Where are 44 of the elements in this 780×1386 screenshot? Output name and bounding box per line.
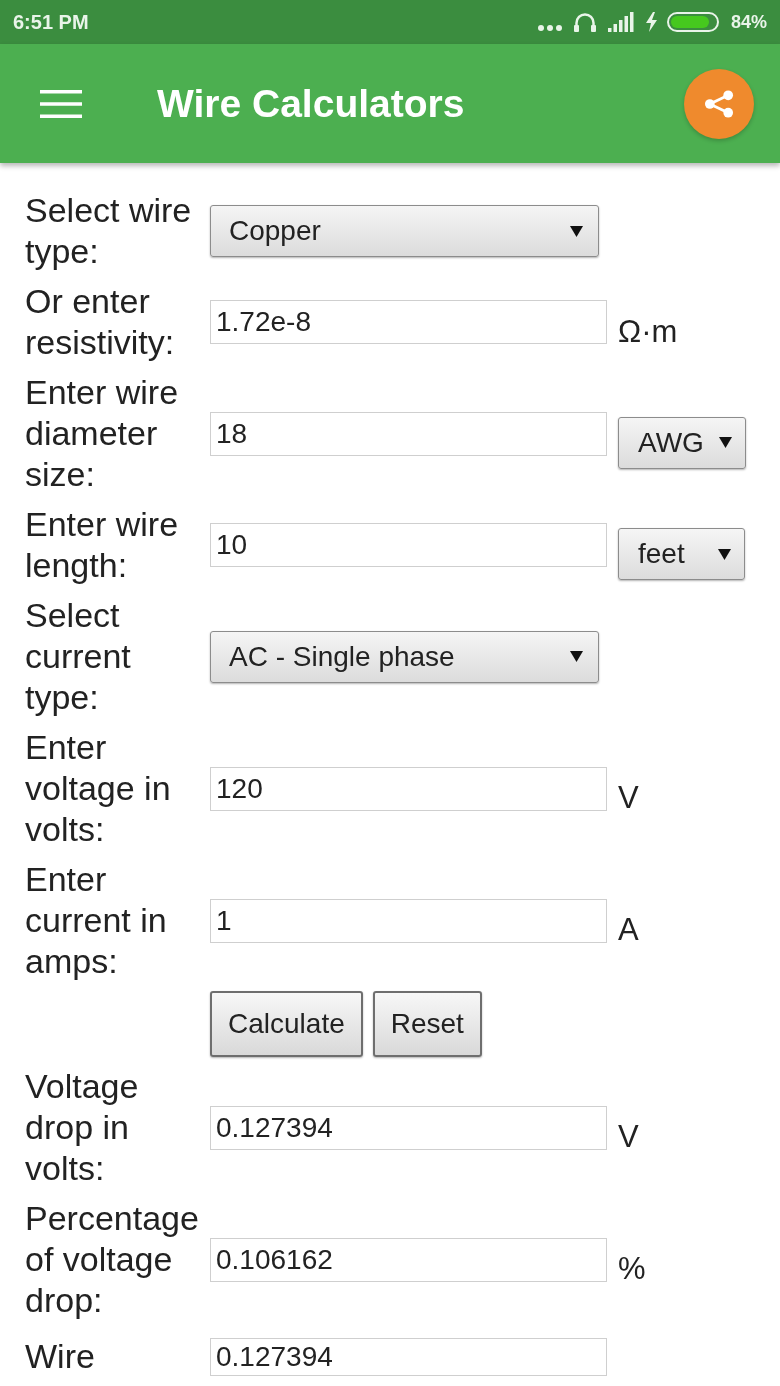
unit-label: V <box>618 1118 639 1155</box>
field-label: Percentage of voltage drop: <box>25 1198 200 1321</box>
unit-dropdown[interactable]: feet <box>618 528 745 580</box>
field-label: Enter wire length: <box>25 504 180 586</box>
input-field[interactable]: 0.127394 <box>210 1105 607 1150</box>
caret-icon <box>570 651 583 662</box>
battery-icon <box>666 12 719 32</box>
caret-icon <box>718 437 732 448</box>
input-field[interactable]: 10 <box>210 523 607 567</box>
unit-label: % <box>618 1250 646 1287</box>
app-title: Wire Calculators <box>157 80 465 127</box>
input-field[interactable]: 18 <box>210 411 607 456</box>
field-label: Enter voltage in volts: <box>25 727 172 850</box>
dropdown[interactable]: Copper <box>210 205 599 257</box>
input-field[interactable]: 0.106162 <box>210 1237 607 1282</box>
field-label: Enter wire diameter size: <box>25 372 180 495</box>
input-field[interactable]: 1 <box>210 898 607 943</box>
bolt-icon <box>645 12 657 32</box>
unit-dropdown[interactable]: AWG <box>618 416 746 469</box>
headphones-icon <box>573 12 596 32</box>
share-button[interactable] <box>684 68 754 139</box>
field-label: Select wire type: <box>25 190 193 272</box>
field-label: Enter current in amps: <box>25 859 168 982</box>
field-label: Select current type: <box>25 595 132 718</box>
more-dots-icon <box>537 25 562 31</box>
status-time: 6:51 PM <box>13 10 89 34</box>
calculate-button[interactable]: Calculate <box>210 991 363 1057</box>
reset-button[interactable]: Reset <box>372 991 482 1057</box>
signal-icon <box>607 12 634 32</box>
field-label: Or enter resistivity: <box>25 281 176 363</box>
caret-icon <box>718 548 731 560</box>
input-field[interactable]: 1.72e-8 <box>210 300 607 344</box>
field-label: Voltage drop in volts: <box>25 1066 140 1189</box>
field-label: Wire <box>25 1336 95 1377</box>
caret-icon <box>570 225 583 237</box>
input-field[interactable]: 0.127394 <box>210 1337 607 1376</box>
menu-icon[interactable] <box>40 89 82 118</box>
dropdown[interactable]: AC - Single phase <box>210 630 599 683</box>
battery-percentage: 84% <box>730 11 767 33</box>
unit-label: Ω·m <box>618 312 678 350</box>
share-icon <box>704 89 734 118</box>
input-field[interactable]: 120 <box>210 766 607 811</box>
unit-label: V <box>618 779 639 816</box>
unit-label: A <box>618 911 639 948</box>
